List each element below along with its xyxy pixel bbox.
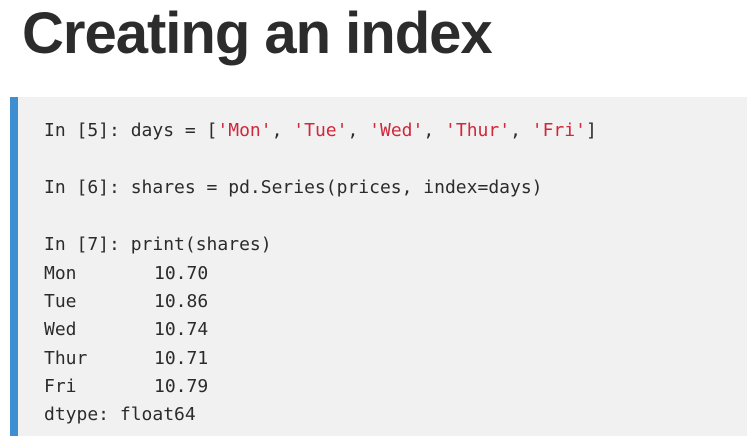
output-row: Fri 10.79 (44, 373, 208, 401)
output-value: 10.86 (154, 291, 209, 312)
string-literal: 'Mon' (217, 120, 272, 141)
output-row: Wed 10.74 (44, 316, 208, 344)
dtype-line: dtype: float64 (44, 404, 196, 425)
code-cell-5: In [5]: days = ['Mon', 'Tue', 'Wed', 'Th… (44, 117, 597, 145)
cell-prompt: In [5]: (44, 120, 120, 141)
output-value: 10.71 (154, 348, 209, 369)
string-literal: 'Tue' (293, 120, 348, 141)
output-index: Thur (44, 348, 88, 369)
output-index: Tue (44, 291, 77, 312)
code-text: shares = pd.Series(prices, index=days) (130, 177, 543, 198)
separator: , (271, 120, 294, 141)
separator: , (510, 120, 532, 141)
separator: , (347, 120, 370, 141)
code-text: print(shares) (130, 234, 272, 255)
output-row: Mon 10.70 (44, 260, 208, 288)
output-value: 10.70 (154, 263, 209, 284)
code-text: days = [ (130, 120, 218, 141)
string-literal: 'Wed' (369, 120, 424, 141)
output-index: Fri (44, 376, 77, 397)
output-index: Wed (44, 319, 77, 340)
code-block: In [5]: days = ['Mon', 'Tue', 'Wed', 'Th… (10, 97, 747, 436)
code-text: ] (585, 120, 597, 141)
string-literal: 'Fri' (531, 120, 586, 141)
output-row: Thur 10.71 (44, 345, 208, 373)
output-row: Tue 10.86 (44, 288, 208, 316)
separator: , (423, 120, 446, 141)
output-value: 10.74 (154, 319, 209, 340)
cell-prompt: In [6]: (44, 177, 120, 198)
output-value: 10.79 (154, 376, 209, 397)
output-index: Mon (44, 263, 77, 284)
cell-prompt: In [7]: (44, 234, 120, 255)
code-cell-7: In [7]: print(shares) (44, 231, 272, 259)
code-cell-6: In [6]: shares = pd.Series(prices, index… (44, 174, 543, 202)
string-literal: 'Thur' (445, 120, 511, 141)
slide-title: Creating an index (22, 1, 493, 66)
